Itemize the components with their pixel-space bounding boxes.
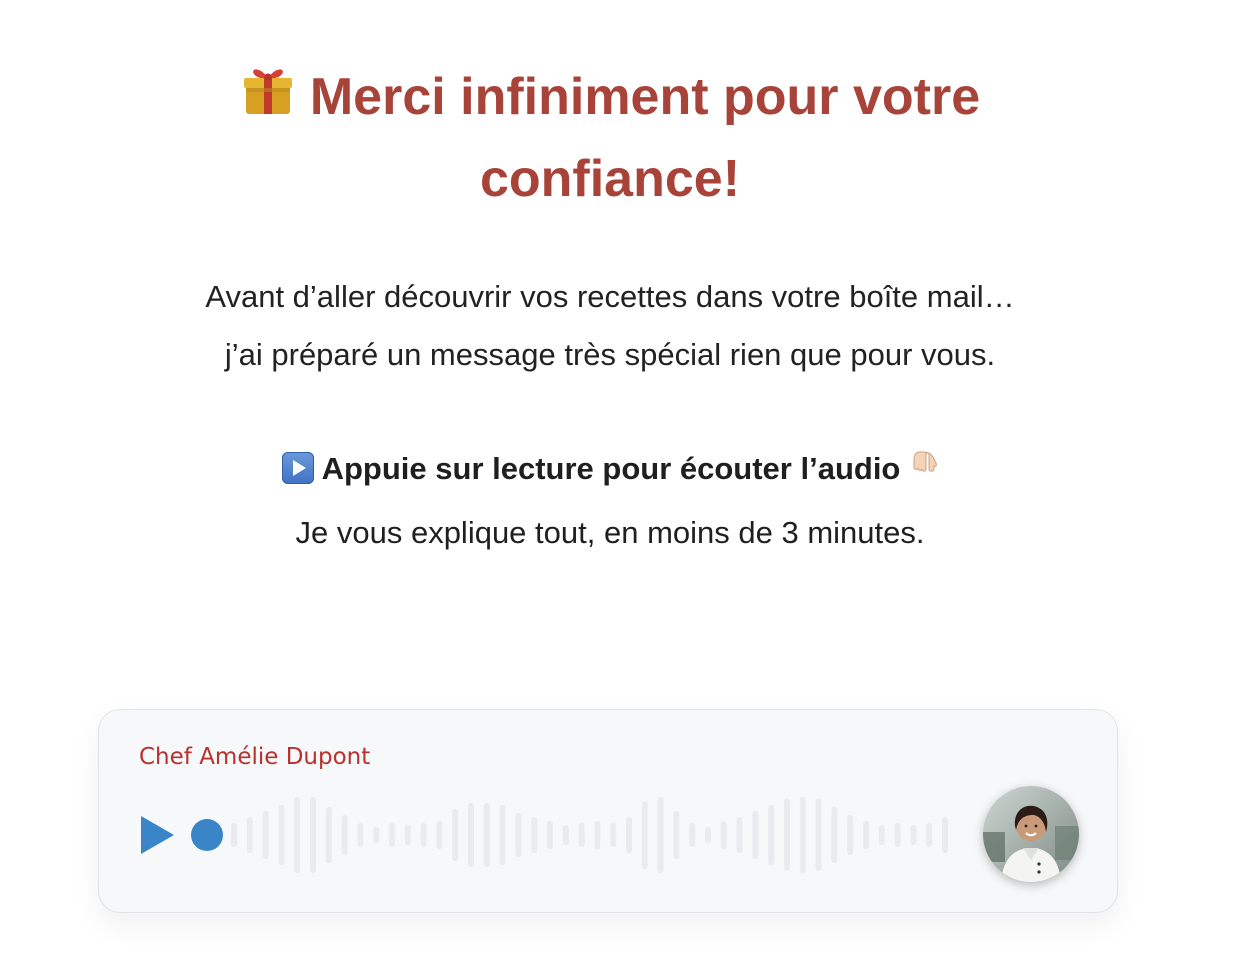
cta-heading-row: Appuie sur lecture pour écouter l’audio	[120, 440, 1100, 504]
waveform-bar	[878, 825, 885, 845]
audio-player: Chef Amélie Dupont	[98, 709, 1118, 913]
cta-subtext: Je vous explique tout, en moins de 3 min…	[295, 515, 925, 550]
waveform-bar	[310, 797, 316, 873]
waveform-bar	[452, 809, 459, 861]
waveform-bar	[657, 797, 664, 873]
waveform-bar	[784, 799, 790, 871]
waveform-bar	[705, 827, 711, 843]
audio-waveform[interactable]	[223, 795, 953, 875]
waveform-bar	[389, 823, 395, 847]
waveform-bar	[594, 821, 601, 849]
avatar	[983, 786, 1079, 882]
waveform-bar	[578, 823, 585, 847]
waveform-bar	[736, 817, 743, 853]
gift-icon	[240, 62, 296, 140]
waveform-bar	[246, 817, 253, 853]
waveform-bar	[325, 807, 332, 863]
play-button-icon	[281, 452, 314, 484]
waveform-bar	[847, 815, 854, 855]
cta-heading: Appuie sur lecture pour écouter l’audio	[321, 451, 901, 486]
play-button[interactable]	[141, 816, 175, 854]
waveform-bar	[799, 797, 806, 873]
waveform-bar	[515, 813, 522, 857]
waveform-bar	[278, 805, 285, 865]
waveform-bar	[894, 823, 901, 847]
intro-line-2: j’ai préparé un message très spécial rie…	[224, 337, 996, 372]
waveform-bar	[768, 805, 775, 865]
waveform-bar	[815, 799, 822, 871]
progress-knob[interactable]	[191, 819, 223, 851]
waveform-bar	[831, 807, 838, 863]
waveform-bar	[499, 805, 506, 865]
intro-line-1: Avant d’aller découvrir vos recettes dan…	[205, 279, 1015, 314]
waveform-bar	[373, 827, 380, 843]
waveform-bar	[436, 821, 443, 849]
pointing-down-icon	[912, 446, 938, 504]
waveform-bar	[547, 821, 553, 849]
player-author-name: Chef Amélie Dupont	[139, 744, 371, 770]
waveform-bar	[720, 821, 727, 849]
audio-instructions: Appuie sur lecture pour écouter l’audio …	[120, 440, 1100, 562]
waveform-bar	[294, 797, 301, 873]
waveform-bar	[404, 825, 411, 845]
waveform-bar	[626, 817, 632, 853]
waveform-bar	[673, 811, 680, 859]
waveform-bar	[942, 817, 948, 853]
waveform-bar	[231, 823, 237, 847]
waveform-bar	[531, 817, 538, 853]
waveform-bar	[357, 823, 364, 847]
waveform-bar	[483, 803, 490, 867]
waveform-bar	[341, 815, 348, 855]
waveform-bar	[926, 823, 933, 847]
intro-text: Avant d’aller découvrir vos recettes dan…	[120, 268, 1100, 384]
waveform-bar	[863, 821, 869, 849]
waveform-bar	[689, 823, 696, 847]
waveform-bar	[468, 803, 474, 867]
waveform-bar	[641, 801, 648, 869]
hero-title-text: Merci infiniment pour votre confiance!	[309, 68, 981, 208]
waveform-bar	[420, 823, 427, 847]
waveform-bar	[752, 811, 759, 859]
waveform-bar	[910, 825, 917, 845]
waveform-bar	[562, 825, 569, 845]
waveform-bar	[610, 823, 617, 847]
waveform-bar	[262, 811, 269, 859]
page-title: Merci infiniment pour votre confiance!	[120, 58, 1100, 218]
